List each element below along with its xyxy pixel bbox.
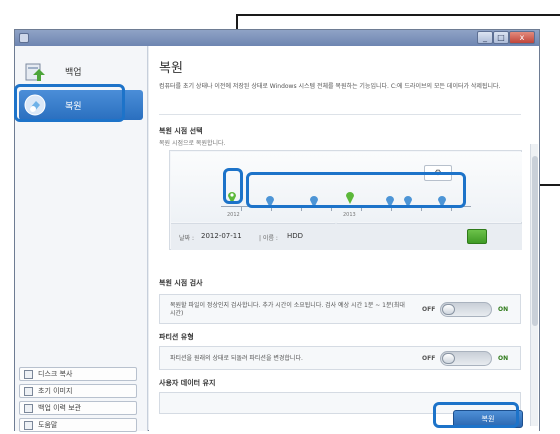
name-value: HDD: [287, 232, 304, 240]
initial-image-icon: [24, 387, 33, 396]
app-icon: [19, 33, 29, 43]
option-text: 파티션을 원래의 상태로 되돌려 파티션을 변경합니다.: [170, 355, 303, 362]
help-button[interactable]: 도움말: [19, 418, 137, 432]
toggle-off-label: OFF: [422, 355, 436, 362]
highlight-first-restore-point: [223, 168, 243, 204]
option-row-partition: 파티션을 원래의 상태로 되돌려 파티션을 변경합니다. OFF ON: [159, 346, 521, 370]
initial-image-button[interactable]: 초기 이미지: [19, 384, 137, 398]
toggle-knob: [442, 353, 455, 364]
toggle-on-label: ON: [498, 306, 509, 313]
section-title-restore-point: 복원 시점 선택: [159, 127, 203, 135]
scrollbar[interactable]: [530, 144, 538, 426]
toggle-on-label: ON: [498, 355, 509, 362]
section-title-option: 복원 시점 검사: [159, 279, 203, 287]
tool-label: 디스크 복사: [38, 370, 73, 378]
section-title-option: 사용자 데이터 유지: [159, 379, 216, 387]
history-icon: [24, 404, 33, 413]
backup-icon: [25, 63, 45, 81]
highlight-sidebar-restore: [14, 84, 125, 122]
partition-toggle[interactable]: [440, 351, 492, 366]
divider: [159, 114, 521, 115]
section-title-option: 파티션 유형: [159, 333, 194, 341]
disk-copy-button[interactable]: 디스크 복사: [19, 367, 137, 381]
tool-label: 도움말: [38, 421, 58, 429]
restore-point-info: 날짜 : 2012-07-11 | 이름 : HDD: [171, 219, 522, 250]
title-bar: _ □ x: [15, 30, 539, 46]
maximize-button[interactable]: □: [493, 31, 509, 44]
toggle-off-label: OFF: [422, 306, 436, 313]
disk-copy-icon: [24, 370, 33, 379]
tool-label: 초기 이미지: [38, 387, 73, 395]
tool-label: 백업 이력 보관: [38, 404, 82, 412]
verify-toggle[interactable]: [440, 302, 492, 317]
history-button[interactable]: 백업 이력 보관: [19, 401, 137, 415]
minimize-button[interactable]: _: [477, 31, 493, 44]
highlight-restore-points: [246, 172, 466, 208]
sidebar-item-backup[interactable]: 백업: [19, 56, 143, 86]
section-subtitle-restore-point: 복원 시점으로 복원합니다.: [159, 140, 226, 147]
date-value: 2012-07-11: [201, 232, 242, 240]
callout-line-top: [236, 14, 560, 16]
highlight-restore-button: [433, 402, 519, 428]
main-panel: 복원 컴퓨터를 초기 상태나 이전에 저장된 상태로 Windows 시스템 전…: [149, 46, 539, 431]
timeline-tick: [241, 207, 242, 211]
option-text: 복원할 파일이 정상인지 검사합니다. 추가 시간이 소요됩니다. 검사 예상 …: [170, 302, 405, 317]
timeline-year-label: 2013: [343, 212, 356, 218]
restore-point-detail-button[interactable]: [467, 229, 487, 244]
option-row-verify: 복원할 파일이 정상인지 검사합니다. 추가 시간이 소요됩니다. 검사 예상 …: [159, 294, 521, 324]
page-description: 컴퓨터를 초기 상태나 이전에 저장된 상태로 Windows 시스템 전체를 …: [159, 83, 501, 90]
page-title: 복원: [159, 61, 183, 76]
sidebar-item-label: 백업: [65, 68, 82, 78]
scroll-thumb[interactable]: [532, 156, 538, 326]
timeline-year-label: 2012: [227, 212, 240, 218]
timeline-pointer: [331, 219, 341, 224]
date-label: 날짜 :: [179, 235, 194, 242]
help-icon: [24, 421, 33, 430]
close-button[interactable]: x: [509, 31, 535, 44]
toggle-knob: [442, 304, 455, 315]
name-label: | 이름 :: [259, 235, 278, 242]
